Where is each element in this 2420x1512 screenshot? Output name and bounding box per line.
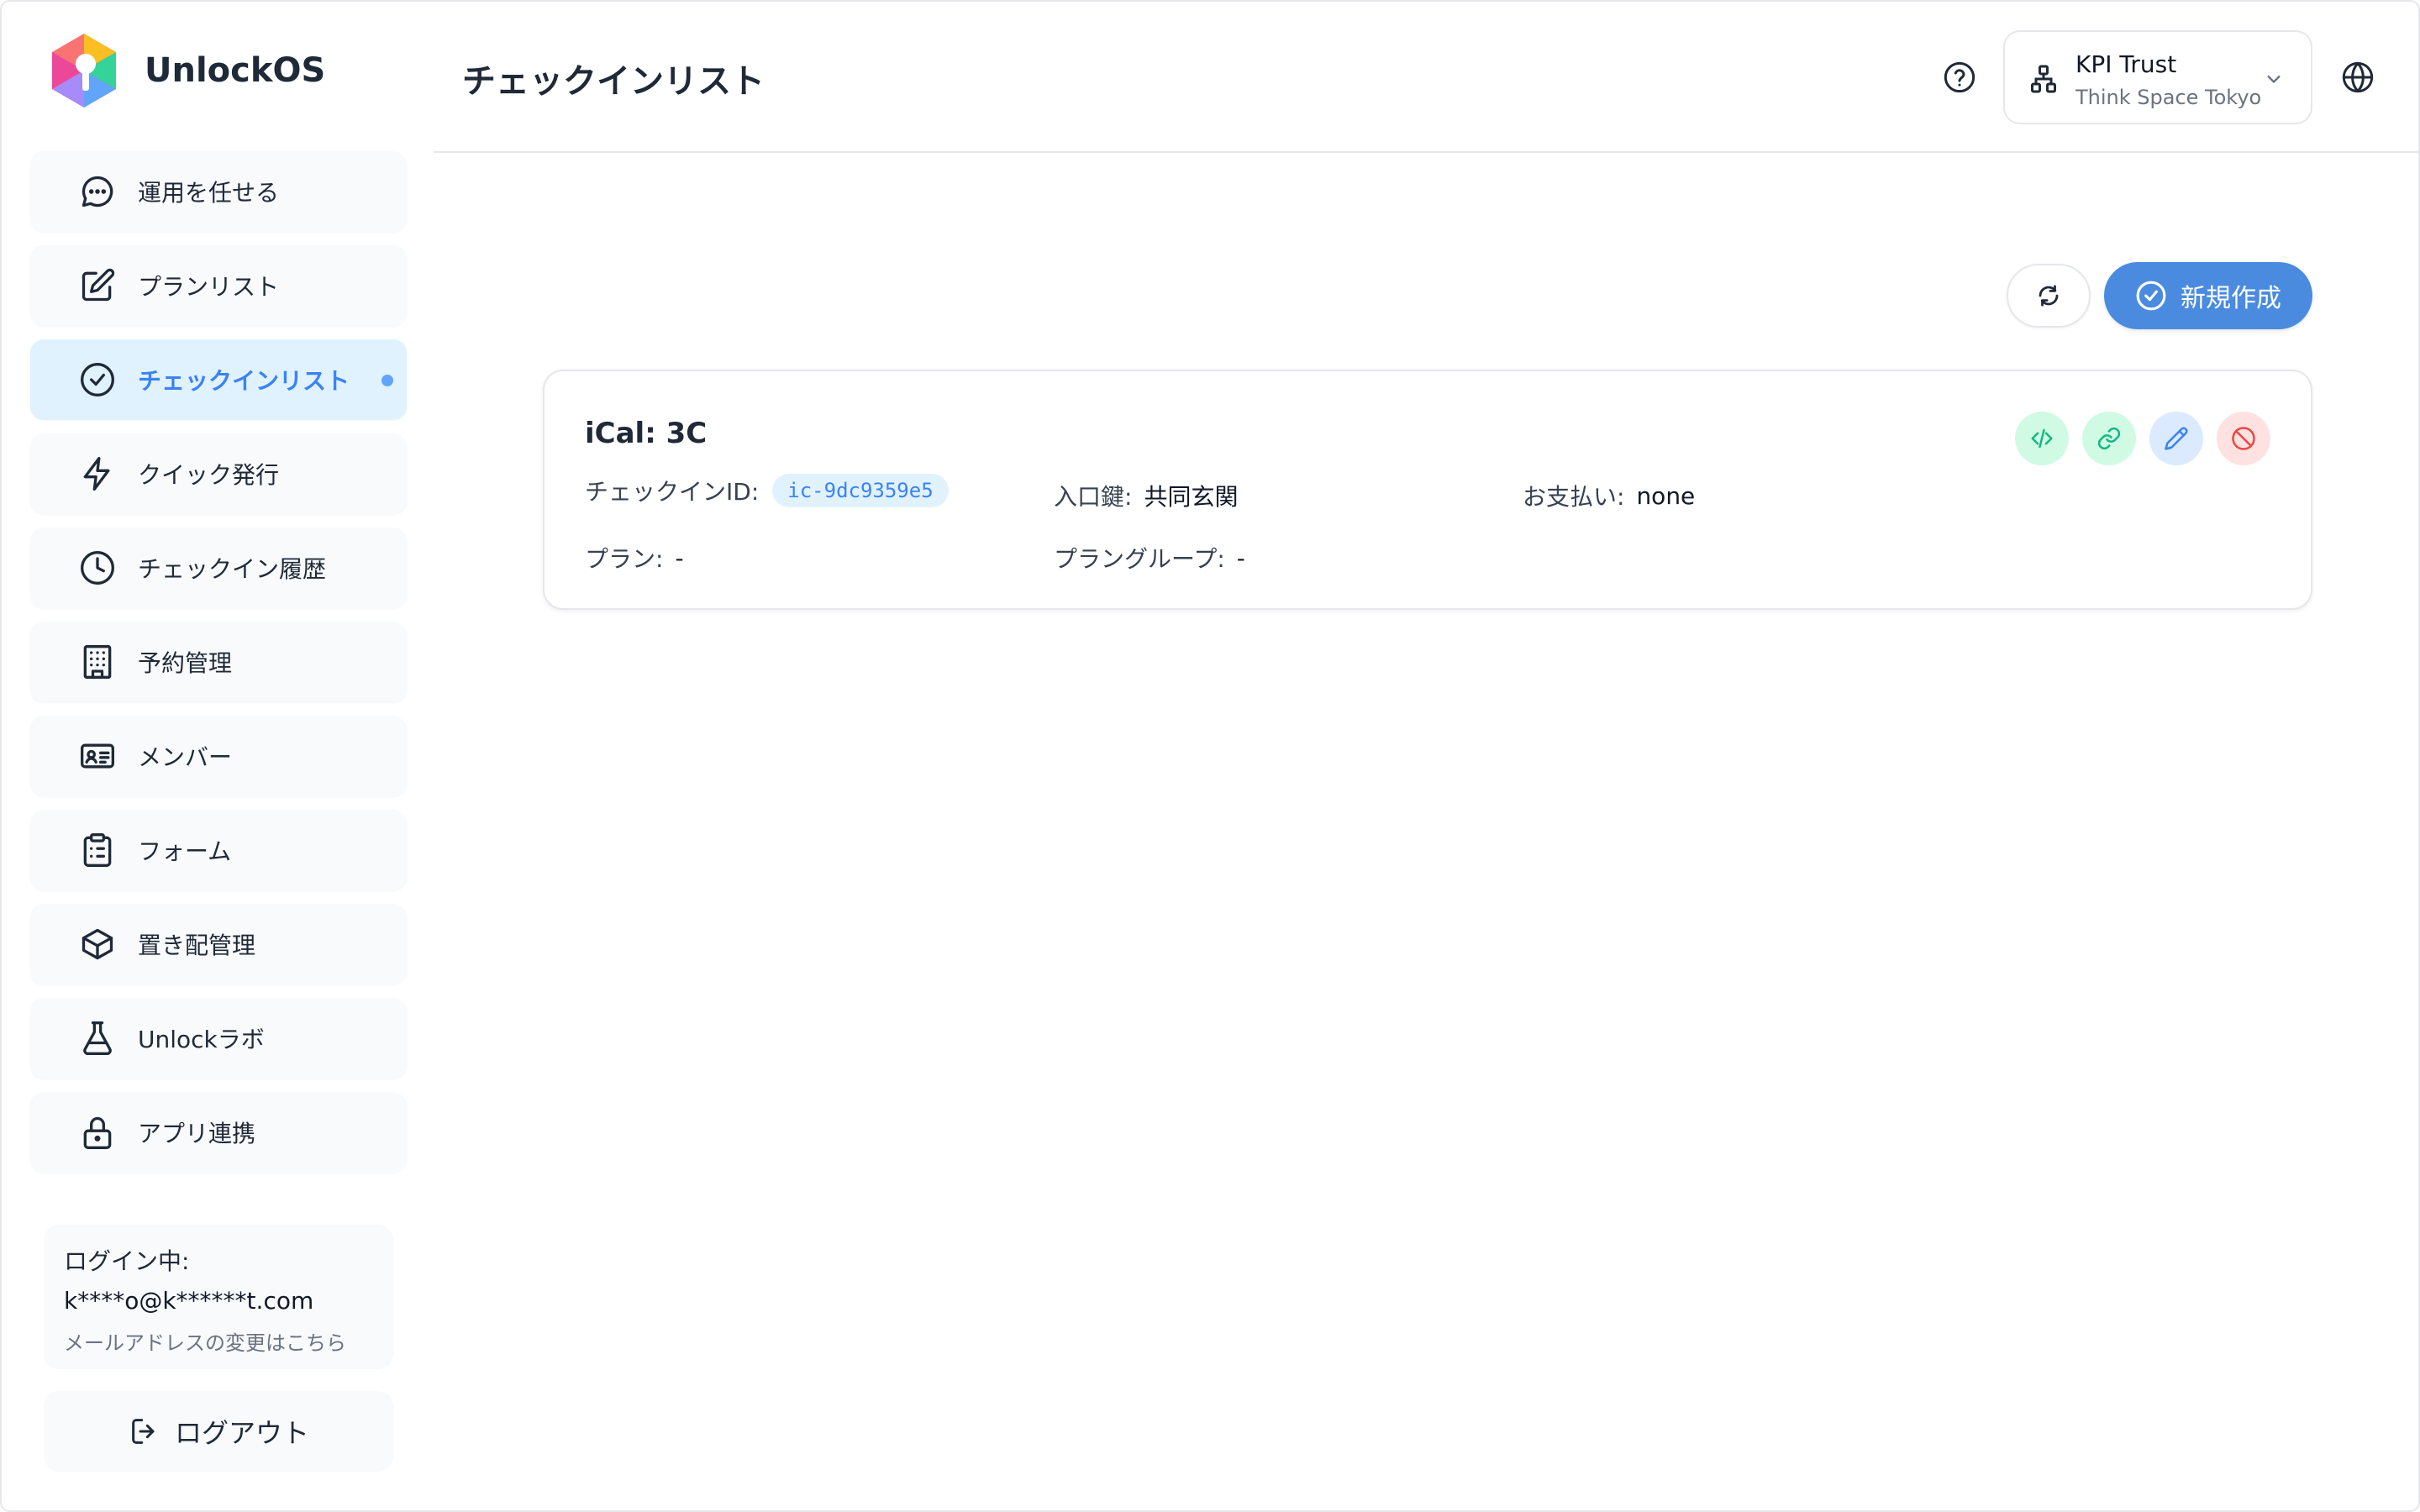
sidebar-item-label: 予約管理 <box>138 649 233 677</box>
clock-icon <box>79 549 116 586</box>
sidebar-item-label: 運用を任せる <box>138 179 280 207</box>
checkin-id-field: チェックインID: ic-9dc9359e5 <box>585 474 949 507</box>
login-info: ログイン中: k****o@k******t.com メールアドレスの変更はこち… <box>44 1225 393 1369</box>
embed-code-button[interactable] <box>2015 412 2069 465</box>
checkin-card-title: iCal: 3C <box>585 417 708 450</box>
create-new-button[interactable]: 新規作成 <box>2104 262 2312 329</box>
entrance-key-field: 入口鍵: 共同玄関 <box>1054 479 1238 512</box>
sidebar-item-label: チェックイン履歴 <box>138 555 327 583</box>
top-header: チェックインリスト KPI Trust Think Space Tokyo <box>434 2 2418 153</box>
ban-icon <box>2232 427 2255 450</box>
entrance-key-label: 入口鍵: <box>1054 483 1133 511</box>
plan-label: プラン: <box>585 545 664 573</box>
create-new-label: 新規作成 <box>2181 284 2281 313</box>
sidebar-item-forms[interactable]: フォーム <box>30 810 407 890</box>
sidebar-item-checkin-list[interactable]: チェックインリスト <box>30 339 407 420</box>
plan-field: プラン: - <box>585 541 684 575</box>
payment-label: お支払い: <box>1523 483 1625 511</box>
chevron-down-icon <box>2262 67 2286 91</box>
sidebar-item-label: プランリスト <box>138 273 280 301</box>
org-structure-icon <box>2028 64 2059 94</box>
logout-label: ログアウト <box>174 1417 309 1449</box>
sidebar-item-quick-issue[interactable]: クイック発行 <box>30 433 407 514</box>
sidebar: UnlockOS 運用を任せる プランリスト チェックインリスト クイック発行 … <box>2 2 434 1510</box>
check-circle-icon <box>2136 281 2166 311</box>
sidebar-item-plan-list[interactable]: プランリスト <box>30 245 407 326</box>
refresh-icon <box>2039 285 2059 307</box>
org-space-name: Think Space Tokyo <box>2075 86 2262 109</box>
organization-selector[interactable]: KPI Trust Think Space Tokyo <box>2003 30 2312 124</box>
sidebar-item-label: メンバー <box>138 743 233 771</box>
checkin-id-label: チェックインID: <box>585 478 760 506</box>
id-card-icon <box>79 738 116 774</box>
login-label: ログイン中: <box>64 1247 190 1275</box>
sidebar-item-label: 置き配管理 <box>138 932 256 959</box>
org-name: KPI Trust <box>2075 50 2177 78</box>
payment-value: none <box>1636 481 1696 510</box>
unlockos-logo-icon <box>52 34 116 108</box>
entrance-key-value: 共同玄関 <box>1144 483 1239 511</box>
sidebar-item-label: フォーム <box>138 837 232 865</box>
logout-button[interactable]: ログアウト <box>44 1391 393 1472</box>
active-indicator-dot <box>381 375 393 386</box>
app-window: UnlockOS 運用を任せる プランリスト チェックインリスト クイック発行 … <box>0 0 2420 1512</box>
plan-group-label: プラングループ: <box>1054 545 1225 573</box>
code-icon <box>2031 428 2053 449</box>
copy-link-button[interactable] <box>2082 412 2136 465</box>
sidebar-item-checkin-history[interactable]: チェックイン履歴 <box>30 528 407 608</box>
sidebar-item-operations[interactable]: 運用を任せる <box>30 151 407 232</box>
flask-icon <box>79 1020 116 1057</box>
payment-field: お支払い: none <box>1523 479 1695 512</box>
page-title: チェックインリスト <box>462 62 765 101</box>
chat-bubble-icon <box>79 173 116 210</box>
lightning-icon <box>79 455 116 492</box>
sidebar-item-reservations[interactable]: 予約管理 <box>30 622 407 702</box>
disable-button[interactable] <box>2217 412 2270 465</box>
app-name: UnlockOS <box>145 51 326 90</box>
sidebar-nav: 運用を任せる プランリスト チェックインリスト クイック発行 チェックイン履歴 … <box>30 151 407 1186</box>
sidebar-item-label: アプリ連携 <box>138 1120 256 1147</box>
sidebar-item-unlock-lab[interactable]: Unlockラボ <box>30 998 407 1079</box>
sidebar-item-label: Unlockラボ <box>138 1026 265 1053</box>
login-email: k****o@k******t.com <box>64 1287 314 1315</box>
pencil-icon <box>2165 427 2188 450</box>
plan-group-value: - <box>1236 543 1245 572</box>
sidebar-item-app-integration[interactable]: アプリ連携 <box>30 1092 407 1173</box>
building-icon <box>79 643 116 680</box>
logout-icon <box>132 1419 155 1444</box>
sidebar-item-delivery[interactable]: 置き配管理 <box>30 904 407 984</box>
edit-button[interactable] <box>2149 412 2203 465</box>
lock-icon <box>79 1114 116 1151</box>
checkin-card: iCal: 3C チェックインID: ic-9dc9359e5 入口鍵: 共同玄… <box>543 370 2312 610</box>
checkin-id-badge[interactable]: ic-9dc9359e5 <box>772 474 949 507</box>
sidebar-item-members[interactable]: メンバー <box>30 716 407 796</box>
package-cube-icon <box>79 926 116 963</box>
sidebar-item-label: チェックインリスト <box>138 367 350 395</box>
change-email-link[interactable]: メールアドレスの変更はこちら <box>64 1326 373 1356</box>
link-icon <box>2097 427 2121 450</box>
brand[interactable]: UnlockOS <box>49 32 325 109</box>
globe-icon[interactable] <box>2341 60 2375 94</box>
clipboard-list-icon <box>79 832 116 869</box>
plan-group-field: プラングループ: - <box>1054 541 1245 575</box>
plan-value: - <box>675 543 684 572</box>
help-icon[interactable] <box>1943 60 1976 94</box>
edit-square-icon <box>79 267 116 304</box>
card-actions <box>2002 412 2270 465</box>
sidebar-item-label: クイック発行 <box>138 461 280 489</box>
refresh-button[interactable] <box>2007 264 2091 328</box>
check-circle-icon <box>79 361 116 398</box>
